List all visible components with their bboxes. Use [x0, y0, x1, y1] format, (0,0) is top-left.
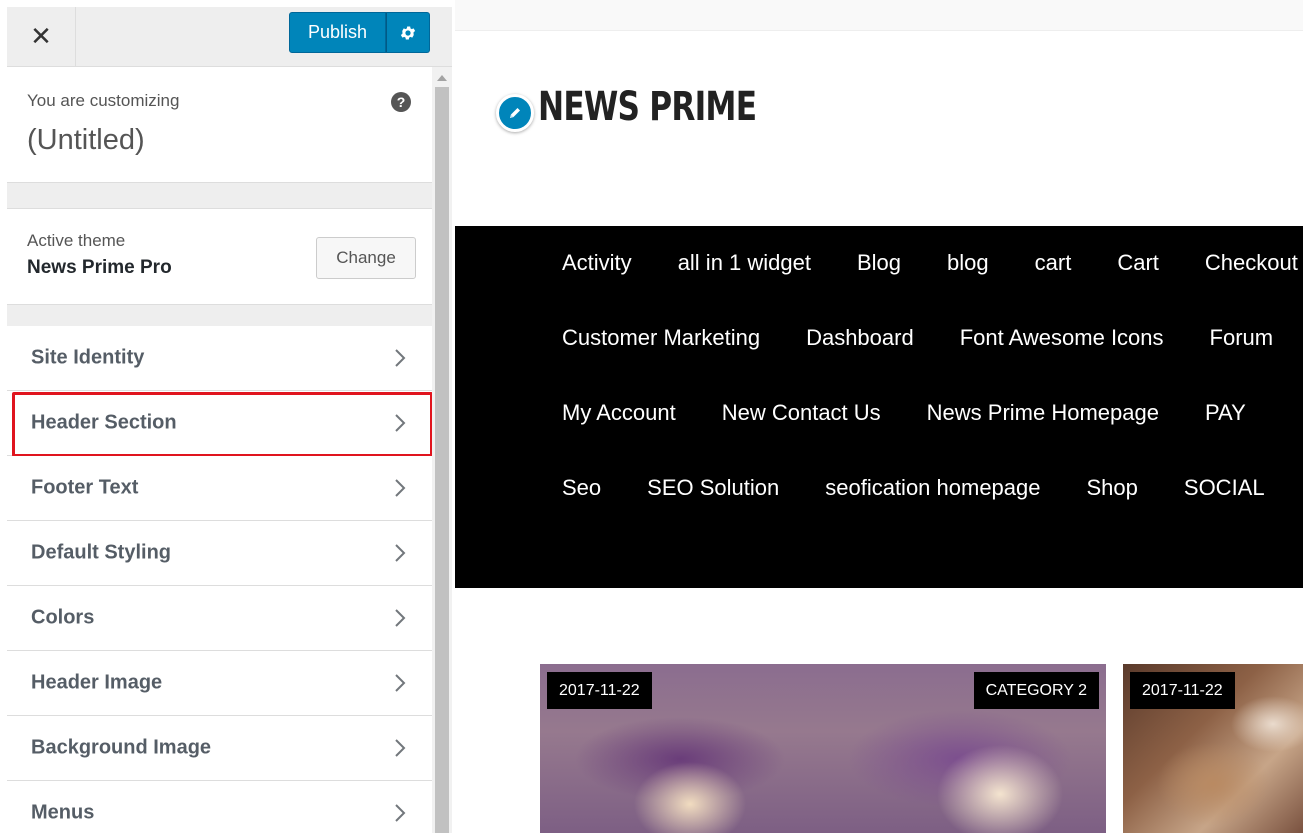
customizing-label: You are customizing	[27, 91, 180, 110]
chevron-right-icon	[395, 414, 406, 432]
post-card-image[interactable]: 2017-11-22	[1123, 664, 1303, 833]
section-label: Header Image	[31, 671, 163, 694]
publish-button[interactable]: Publish	[289, 12, 386, 53]
nav-item[interactable]: SOCIAL	[1184, 468, 1265, 508]
section-label: Footer Text	[31, 476, 139, 499]
section-label: Background Image	[31, 736, 212, 759]
section-footer-text[interactable]: Footer Text	[7, 456, 432, 521]
chevron-right-icon	[395, 804, 406, 822]
chevron-right-icon	[395, 349, 406, 367]
publish-group: Publish	[289, 12, 430, 53]
nav-item[interactable]: News Prime Homepage	[927, 393, 1159, 433]
nav-item[interactable]: Font Awesome Icons	[960, 318, 1164, 358]
section-default-styling[interactable]: Default Styling	[7, 521, 432, 586]
chevron-right-icon	[395, 479, 406, 497]
close-button[interactable]: ✕	[7, 7, 76, 66]
scrollbar-thumb[interactable]	[435, 87, 449, 833]
publish-settings-button[interactable]	[386, 12, 430, 53]
chevron-right-icon	[395, 609, 406, 627]
nav-item[interactable]: SEO Solution	[647, 468, 779, 508]
site-title[interactable]: NEWS PRIME	[538, 84, 757, 130]
nav-item[interactable]: PAY	[1205, 393, 1246, 433]
nav-item[interactable]: Customer Marketing	[562, 318, 760, 358]
section-site-identity[interactable]: Site Identity	[7, 326, 432, 391]
section-background-image[interactable]: Background Image	[7, 716, 432, 781]
active-theme-name: News Prime Pro	[27, 257, 172, 278]
change-theme-button[interactable]: Change	[316, 237, 416, 279]
site-preview: NEWS PRIME Activity all in 1 widget Blog…	[455, 0, 1303, 833]
primary-navigation: Activity all in 1 widget Blog blog cart …	[455, 226, 1303, 588]
nav-item[interactable]: blog	[947, 243, 989, 283]
edit-shortcut-pencil-icon[interactable]	[496, 94, 534, 132]
gear-icon	[400, 25, 416, 40]
pencil-icon	[510, 108, 520, 118]
post-card-image[interactable]: 2017-11-22 CATEGORY 2	[540, 664, 1106, 833]
chevron-right-icon	[395, 739, 406, 757]
customizer-sidebar: ✕ Publish You are customizing (Untitled)…	[7, 7, 452, 833]
sidebar-scrollbar[interactable]	[432, 67, 452, 833]
nav-item[interactable]: all in 1 widget	[678, 243, 811, 283]
nav-item[interactable]: Cart	[1117, 243, 1159, 283]
section-label: Header Section	[31, 411, 177, 434]
preview-top-strip	[455, 0, 1303, 31]
section-menus[interactable]: Menus	[7, 781, 432, 833]
customizing-info: You are customizing (Untitled) ?	[7, 67, 432, 183]
chevron-right-icon	[395, 674, 406, 692]
nav-item[interactable]: Shop	[1087, 468, 1138, 508]
nav-item[interactable]: New Contact Us	[722, 393, 881, 433]
section-label: Site Identity	[31, 346, 145, 369]
customizer-panel: You are customizing (Untitled) ? Active …	[7, 67, 432, 833]
active-theme-panel: Active theme News Prime Pro Change	[7, 208, 432, 305]
close-icon: ✕	[30, 21, 52, 52]
nav-item[interactable]: Forum	[1210, 318, 1274, 358]
scroll-up-arrow-icon[interactable]	[437, 75, 447, 81]
nav-row: Activity all in 1 widget Blog blog cart …	[562, 243, 1303, 283]
post-date-badge: 2017-11-22	[1130, 672, 1235, 709]
nav-item[interactable]: Checkout	[1205, 243, 1298, 283]
nav-item[interactable]: Blog	[857, 243, 901, 283]
nav-item[interactable]: Seo	[562, 468, 601, 508]
section-label: Default Styling	[31, 541, 172, 564]
section-colors[interactable]: Colors	[7, 586, 432, 651]
customizing-title: (Untitled)	[27, 124, 145, 156]
nav-item[interactable]: Activity	[562, 243, 632, 283]
nav-item[interactable]: cart	[1035, 243, 1072, 283]
nav-item[interactable]: Dashboard	[806, 318, 914, 358]
section-label: Menus	[31, 801, 95, 824]
customizer-header: ✕ Publish	[7, 7, 452, 67]
section-label: Colors	[31, 606, 95, 629]
chevron-right-icon	[395, 544, 406, 562]
section-header-section[interactable]: Header Section	[7, 391, 432, 457]
nav-row: My Account New Contact Us News Prime Hom…	[562, 393, 1292, 433]
section-header-image[interactable]: Header Image	[7, 651, 432, 716]
nav-row: Seo SEO Solution seofication homepage Sh…	[562, 468, 1303, 508]
section-list: Site Identity Header Section Footer Text…	[7, 326, 432, 833]
post-date-badge: 2017-11-22	[547, 672, 652, 709]
nav-item[interactable]: My Account	[562, 393, 676, 433]
active-theme-label: Active theme	[27, 231, 126, 250]
nav-row: Customer Marketing Dashboard Font Awesom…	[562, 318, 1303, 358]
help-glyph: ?	[396, 94, 406, 110]
help-icon[interactable]: ?	[391, 92, 411, 112]
post-category-badge[interactable]: CATEGORY 2	[973, 672, 1099, 709]
nav-item[interactable]: seofication homepage	[825, 468, 1040, 508]
